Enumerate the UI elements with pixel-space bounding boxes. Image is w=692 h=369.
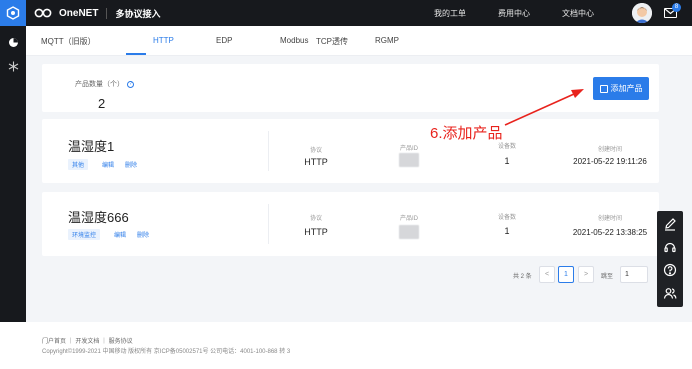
footer-links[interactable]: 门户首页 ｜ 开发文档 ｜ 服务协议: [42, 336, 133, 345]
footer: 门户首页 ｜ 开发文档 ｜ 服务协议 Copyright©1999-2021 中…: [0, 322, 692, 369]
footer-copyright: Copyright©1999-2021 中国移动 版权所有 京ICP备05002…: [42, 349, 291, 355]
annotation-arrow: [504, 89, 584, 126]
